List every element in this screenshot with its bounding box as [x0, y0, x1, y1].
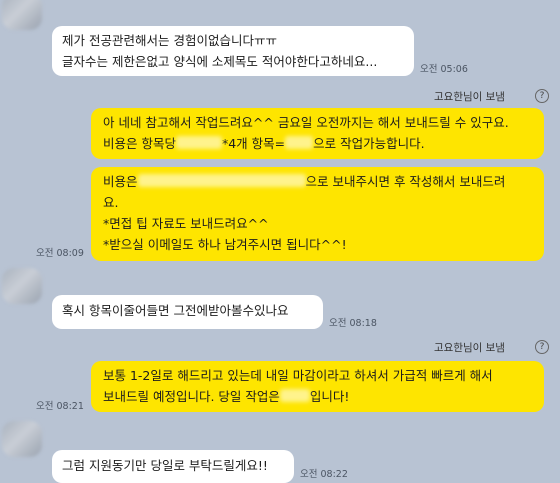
message-time: 오전 05:06: [420, 64, 468, 75]
message-text: 비용은 항목당 *4개 항목= 으로 작업가능합니다.: [103, 133, 532, 154]
message-text: 글자수는 제한은없고 양식에 소제목도 적어야한다고하네요...: [62, 54, 378, 69]
message-text: 보통 1-2일로 해드리고 있는데 내일 마감이라고 하셔서 가급적 빠르게 해…: [103, 368, 493, 383]
message-text: 그럼 지원동기만 당일로 부탁드릴게요!!: [62, 458, 268, 473]
message-time: 오전 08:22: [300, 469, 348, 480]
message-text: 제가 전공관련해서는 경험이없습니다ㅠㅠ: [62, 33, 277, 48]
message-text-part: 보내드릴 예정입니다. 당일 작업은: [103, 389, 280, 404]
message-text-part: 비용은 항목당: [103, 136, 176, 151]
message-text-part: 입니다!: [309, 389, 350, 404]
message-text-part: 비용은: [103, 174, 138, 189]
message-text: *면접 팁 자료도 보내드려요^^: [103, 216, 269, 231]
message-text: 비용은 으로 보내주시면 후 작성해서 보내드려: [103, 171, 532, 192]
message-text-part: *4개 항목=: [221, 136, 286, 151]
message-time: 오전 08:18: [329, 318, 377, 329]
message-text: 혹시 항목이줄어들면 그전에받아볼수있나요: [62, 303, 289, 318]
contact-avatar[interactable]: [2, 0, 42, 30]
incoming-message[interactable]: 그럼 지원동기만 당일로 부탁드릴게요!!: [52, 450, 294, 483]
contact-avatar[interactable]: [2, 421, 42, 457]
help-icon[interactable]: ?: [535, 340, 549, 354]
incoming-message[interactable]: 혹시 항목이줄어들면 그전에받아볼수있나요: [52, 295, 323, 329]
message-text-part: 으로 보내주시면 후 작성해서 보내드려: [305, 174, 506, 189]
message-text: 요.: [103, 195, 119, 210]
redacted-account: [137, 174, 306, 187]
sender-label: 고요한님이 보냄: [434, 342, 505, 354]
message-text-part: 으로 작업가능합니다.: [313, 136, 425, 151]
incoming-message[interactable]: 제가 전공관련해서는 경험이없습니다ㅠㅠ 글자수는 제한은없고 양식에 소제목도…: [52, 26, 414, 76]
outgoing-message[interactable]: 아 네네 참고해서 작업드려요^^ 금요일 오전까지는 해서 보내드릴 수 있구…: [91, 108, 544, 159]
outgoing-message[interactable]: 보통 1-2일로 해드리고 있는데 내일 마감이라고 하셔서 가급적 빠르게 해…: [91, 361, 544, 412]
redacted-price: [285, 136, 314, 149]
message-text: 보내드릴 예정입니다. 당일 작업은 입니다!: [103, 386, 532, 407]
sender-label: 고요한님이 보냄: [434, 91, 505, 103]
message-time: 오전 08:21: [36, 401, 84, 412]
message-text: 아 네네 참고해서 작업드려요^^ 금요일 오전까지는 해서 보내드릴 수 있구…: [103, 115, 509, 130]
message-text: *받으실 이메일도 하나 남겨주시면 됩니다^^!: [103, 237, 347, 252]
help-icon[interactable]: ?: [535, 89, 549, 103]
outgoing-message[interactable]: 비용은 으로 보내주시면 후 작성해서 보내드려 요. *면접 팁 자료도 보내드…: [91, 167, 544, 261]
message-time: 오전 08:09: [36, 248, 84, 259]
contact-avatar[interactable]: [2, 268, 42, 304]
redacted-price: [279, 389, 310, 402]
redacted-price: [175, 136, 222, 149]
